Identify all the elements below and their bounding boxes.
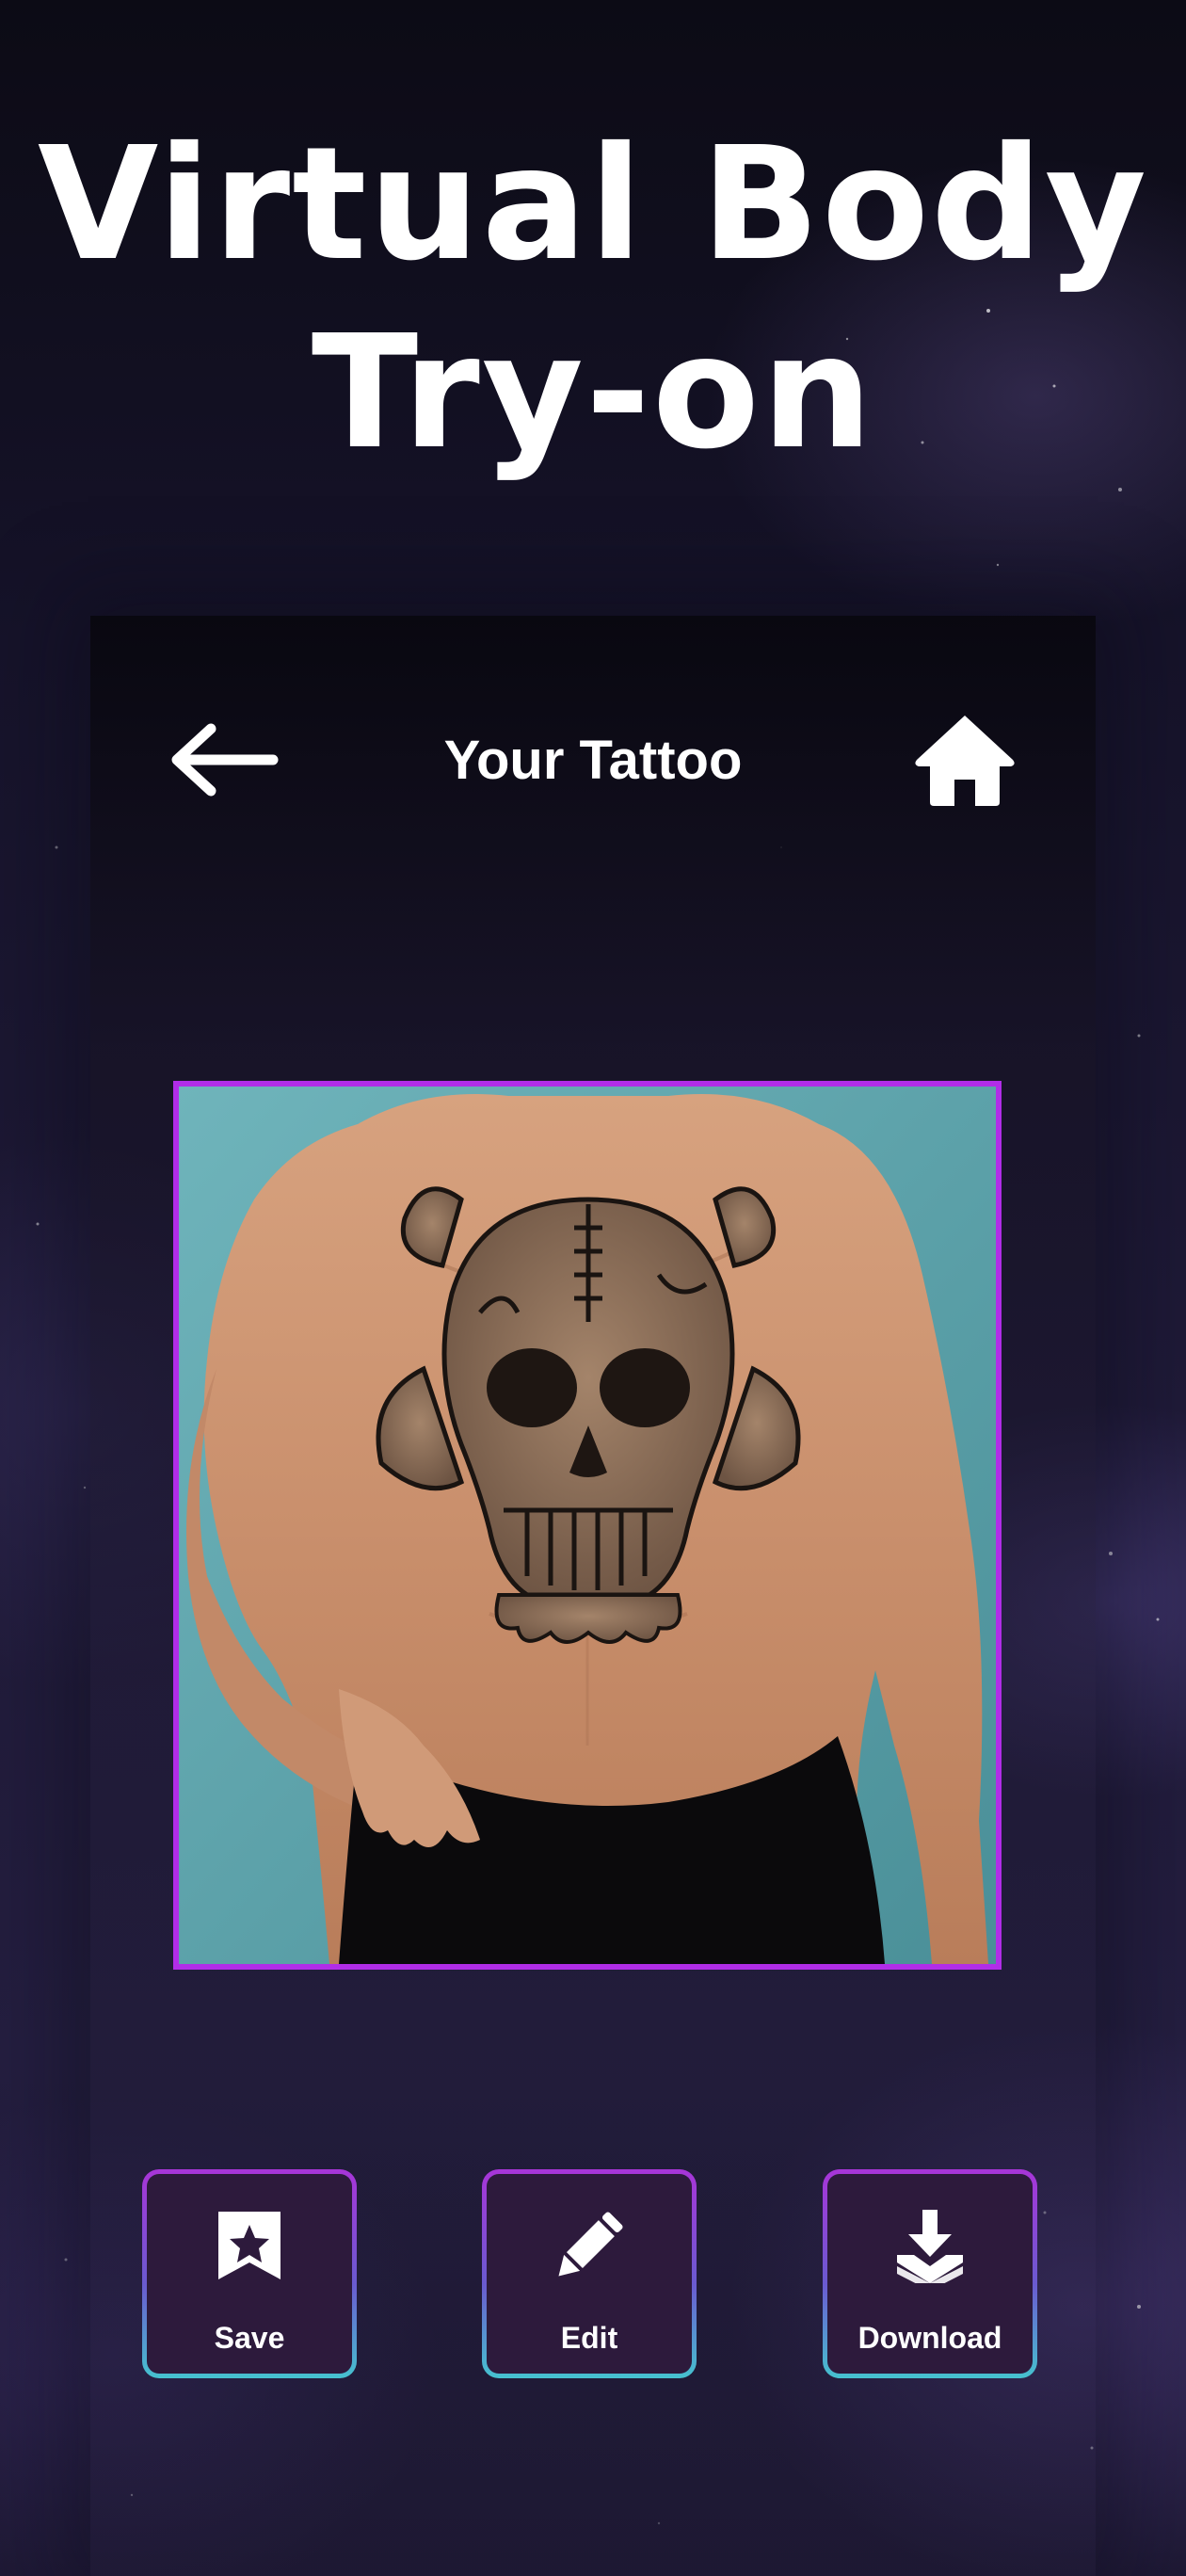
tattoo-preview-image <box>173 1081 1002 1970</box>
app-screen: Virtual Body Try-on Your Tattoo Save Edi… <box>0 0 1186 2576</box>
promo-headline: Virtual Body Try-on <box>0 111 1186 488</box>
save-button[interactable]: Save <box>142 2169 357 2378</box>
home-button[interactable] <box>913 708 1017 812</box>
save-button-label: Save <box>214 2321 285 2355</box>
back-button[interactable] <box>162 717 284 802</box>
bookmark-star-icon <box>218 2212 280 2279</box>
pencil-icon <box>558 2212 623 2277</box>
promo-headline-line1: Virtual Body <box>37 114 1149 296</box>
screen-title: Your Tattoo <box>443 730 743 791</box>
download-button-label: Download <box>857 2321 1002 2355</box>
arrow-left-icon <box>171 723 279 797</box>
edit-button[interactable]: Edit <box>482 2169 697 2378</box>
promo-headline-line2: Try-on <box>311 302 875 484</box>
tattoo-on-body-photo <box>179 1087 996 1964</box>
download-button[interactable]: Download <box>823 2169 1037 2378</box>
home-icon <box>915 716 1015 806</box>
edit-button-label: Edit <box>560 2321 618 2355</box>
download-tray-icon <box>897 2210 963 2283</box>
